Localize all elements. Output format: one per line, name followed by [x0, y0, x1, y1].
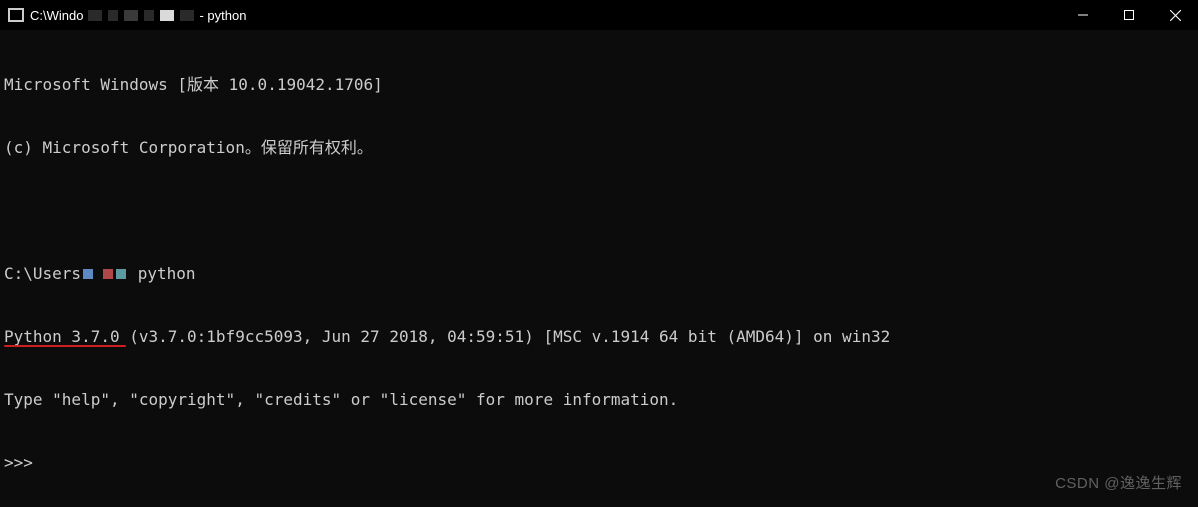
- redacted-block: [124, 10, 138, 21]
- maximize-button[interactable]: [1106, 0, 1152, 30]
- copyright-line: (c) Microsoft Corporation。保留所有权利。: [4, 137, 1194, 158]
- os-version-line: Microsoft Windows [版本 10.0.19042.1706]: [4, 74, 1194, 95]
- python-build-info: (v3.7.0:1bf9cc5093, Jun 27 2018, 04:59:5…: [120, 327, 891, 346]
- command-prompt-line: C:\Users python: [4, 263, 1194, 284]
- title-suffix: - python: [199, 8, 246, 23]
- csdn-watermark: CSDN @逸逸生辉: [1055, 472, 1182, 493]
- close-button[interactable]: [1152, 0, 1198, 30]
- python-version-highlighted: Python 3.7.0: [4, 327, 120, 346]
- redacted-block: [88, 10, 102, 21]
- cmd-icon: [8, 8, 24, 22]
- redacted-block: [108, 10, 118, 21]
- python-help-line: Type "help", "copyright", "credits" or "…: [4, 389, 1194, 410]
- window-controls: [1060, 0, 1198, 30]
- terminal-output[interactable]: Microsoft Windows [版本 10.0.19042.1706] (…: [0, 30, 1198, 496]
- repl-prompt: >>>: [4, 452, 1194, 473]
- python-banner-line: Python 3.7.0 (v3.7.0:1bf9cc5093, Jun 27 …: [4, 326, 1194, 347]
- redacted-block: [160, 10, 174, 21]
- blank-line: [4, 200, 1194, 221]
- window-title: C:\Windo - python: [30, 8, 246, 23]
- titlebar-left: C:\Windo - python: [8, 8, 246, 23]
- prompt-path-prefix: C:\Users: [4, 263, 81, 284]
- title-prefix: C:\Windo: [30, 8, 83, 23]
- command-entered: python: [128, 263, 195, 284]
- minimize-button[interactable]: [1060, 0, 1106, 30]
- redacted-block: [180, 10, 194, 21]
- redacted-username: [81, 269, 128, 279]
- window-titlebar: C:\Windo - python: [0, 0, 1198, 30]
- redacted-block: [144, 10, 154, 21]
